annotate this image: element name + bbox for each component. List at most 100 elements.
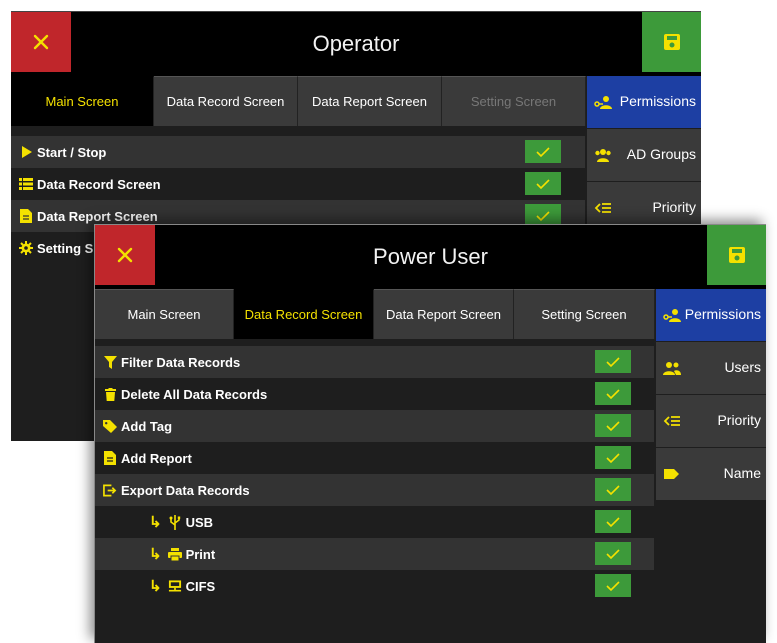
- list-item-label: Export Data Records: [121, 482, 250, 498]
- permissions-icon: [594, 96, 612, 109]
- sidebar-item-label: Permissions: [684, 306, 761, 322]
- tag-icon: [103, 419, 117, 433]
- filter-icon: [103, 355, 117, 369]
- list-item-label: Data Report Screen: [37, 208, 158, 224]
- list-item-label: Add Report: [121, 450, 192, 466]
- permission-checkbox[interactable]: [595, 414, 631, 437]
- title-bar: Power User: [95, 225, 766, 289]
- permission-checkbox[interactable]: [595, 478, 631, 501]
- sidebar-item-users[interactable]: Users: [656, 342, 766, 395]
- tab-data-record-screen[interactable]: Data Record Screen: [234, 289, 374, 339]
- tab-bar: Main Screen Data Record Screen Data Repo…: [95, 289, 655, 339]
- list-item: Filter Data Records: [95, 346, 654, 378]
- trash-icon: [103, 387, 117, 401]
- check-icon: [606, 388, 620, 399]
- sidebar-item-label: Permissions: [619, 93, 696, 109]
- sidebar-item-priority[interactable]: Priority: [656, 395, 766, 448]
- dialog-title: Operator: [312, 31, 400, 56]
- network-share-icon: [168, 579, 182, 593]
- permission-checkbox[interactable]: [525, 172, 561, 195]
- permission-checkbox[interactable]: [595, 574, 631, 597]
- tab-bar: Main Screen Data Record Screen Data Repo…: [11, 76, 586, 126]
- list-item: ↳ CIFS: [95, 570, 654, 602]
- report-icon: [19, 209, 33, 223]
- sidebar-item-label: Users: [724, 359, 761, 375]
- tab-setting-screen: Setting Screen: [442, 76, 586, 126]
- sub-item-arrow-icon: ↳: [149, 514, 162, 531]
- list-item: Start / Stop: [11, 136, 585, 168]
- sidebar-item-label: Priority: [717, 412, 761, 428]
- check-icon: [606, 548, 620, 559]
- check-icon: [536, 210, 550, 221]
- permission-checkbox[interactable]: [525, 140, 561, 163]
- list-item-label: Data Record Screen: [37, 176, 161, 192]
- permission-checkbox[interactable]: [595, 350, 631, 373]
- list-icon: [19, 177, 33, 191]
- priority-icon: [594, 203, 611, 213]
- permission-checkbox[interactable]: [595, 510, 631, 533]
- close-button[interactable]: [95, 225, 155, 285]
- check-icon: [606, 484, 620, 495]
- save-icon: [729, 247, 745, 263]
- sidebar-item-permissions[interactable]: Permissions: [656, 289, 766, 342]
- tab-setting-screen[interactable]: Setting Screen: [514, 289, 655, 339]
- tab-data-record-screen[interactable]: Data Record Screen: [154, 76, 298, 126]
- list-item: ↳ USB: [95, 506, 654, 538]
- list-item-label: Delete All Data Records: [121, 386, 268, 402]
- permission-checkbox[interactable]: [595, 542, 631, 565]
- title-bar: Operator: [11, 12, 701, 76]
- sidebar: Permissions Users Priority Name: [656, 289, 766, 501]
- save-button[interactable]: [642, 12, 701, 72]
- printer-icon: [167, 547, 182, 561]
- list-item: Add Report: [95, 442, 654, 474]
- sidebar-item-label: AD Groups: [626, 146, 696, 162]
- list-item-label: Start / Stop: [37, 144, 107, 160]
- gear-icon: [19, 241, 33, 255]
- check-icon: [536, 146, 550, 157]
- close-button[interactable]: [11, 12, 71, 72]
- list-item-label: Filter Data Records: [121, 354, 241, 370]
- sidebar: Permissions AD Groups Priority: [587, 76, 701, 235]
- permission-checkbox[interactable]: [595, 382, 631, 405]
- check-icon: [606, 420, 620, 431]
- export-icon: [103, 483, 117, 497]
- sidebar-item-ad-groups[interactable]: AD Groups: [587, 129, 701, 182]
- list-item-label: Print: [185, 546, 216, 562]
- list-item-label: Setting S: [37, 240, 94, 256]
- users-icon: [663, 362, 681, 375]
- report-icon: [103, 451, 117, 465]
- usb-icon: [168, 514, 182, 530]
- close-icon: [117, 247, 133, 263]
- tab-data-report-screen[interactable]: Data Report Screen: [298, 76, 442, 126]
- save-icon: [664, 34, 680, 50]
- sidebar-item-name[interactable]: Name: [656, 448, 766, 501]
- sub-item-arrow-icon: ↳: [149, 546, 162, 563]
- power-user-dialog: Power User Main Screen Data Record Scree…: [94, 224, 766, 643]
- sidebar-item-label: Name: [723, 465, 761, 481]
- group-icon: [595, 149, 611, 162]
- sidebar-item-permissions[interactable]: Permissions: [587, 76, 701, 129]
- list-item-label: CIFS: [185, 578, 216, 594]
- play-icon: [19, 145, 33, 159]
- save-button[interactable]: [707, 225, 766, 285]
- list-item-label: Add Tag: [121, 418, 173, 434]
- list-item: Export Data Records: [95, 474, 654, 506]
- check-icon: [606, 452, 620, 463]
- permission-checkbox[interactable]: [595, 446, 631, 469]
- list-item: ↳ Print: [95, 538, 654, 570]
- permission-list: Filter Data Records Delete All Data Reco…: [95, 346, 654, 602]
- check-icon: [606, 516, 620, 527]
- list-item-label: USB: [185, 514, 214, 530]
- tab-main-screen[interactable]: Main Screen: [95, 289, 234, 339]
- tab-main-screen[interactable]: Main Screen: [11, 76, 154, 126]
- list-item: Delete All Data Records: [95, 378, 654, 410]
- tab-data-report-screen[interactable]: Data Report Screen: [374, 289, 514, 339]
- check-icon: [536, 178, 550, 189]
- dialog-title: Power User: [373, 244, 488, 269]
- list-item: Data Record Screen: [11, 168, 585, 200]
- sidebar-item-label: Priority: [652, 199, 696, 215]
- close-icon: [33, 34, 49, 50]
- list-item: Add Tag: [95, 410, 654, 442]
- check-icon: [606, 356, 620, 367]
- check-icon: [606, 580, 620, 591]
